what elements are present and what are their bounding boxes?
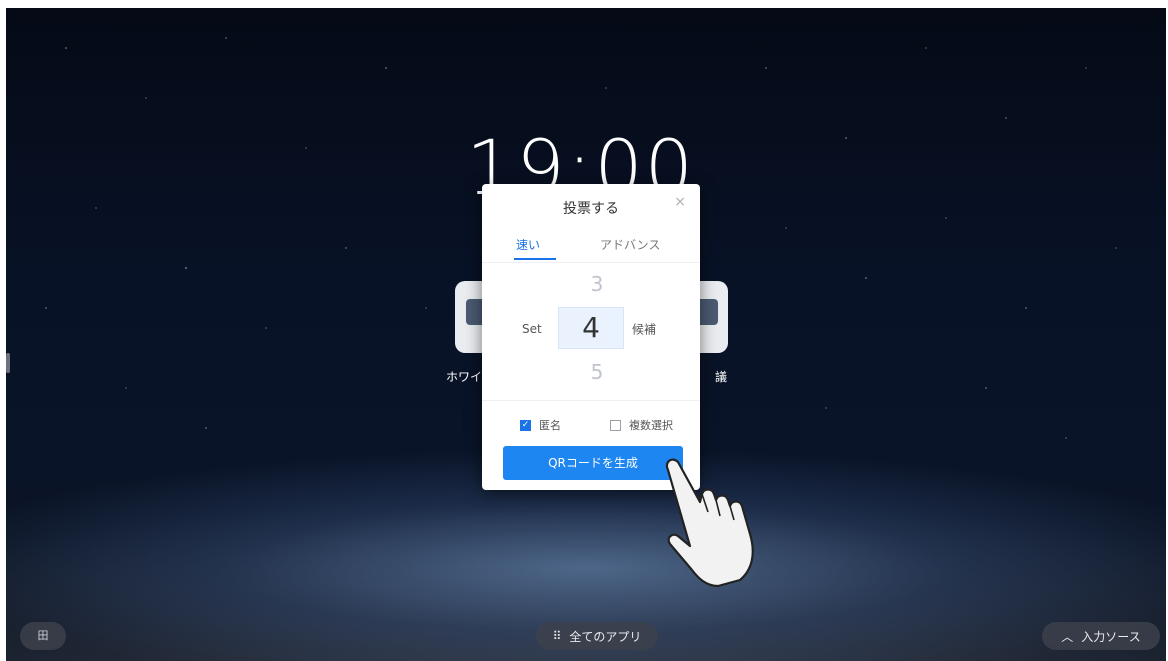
dots-grid-icon: ⠿ (552, 629, 562, 643)
picker-divider (482, 400, 700, 401)
tab-advanced[interactable]: アドバンス (600, 236, 660, 253)
active-tab-indicator (514, 258, 556, 260)
all-apps-button[interactable]: ⠿ 全てのアプリ (536, 622, 658, 650)
picker-prev-value[interactable]: 3 (582, 272, 612, 296)
chevron-up-icon: ︿ (1061, 629, 1074, 644)
checkbox-empty-icon (610, 419, 621, 431)
dialog-title: 投票する (563, 201, 619, 217)
candidate-count-picker[interactable]: 4 (558, 307, 624, 349)
left-edge-handle[interactable] (6, 353, 10, 373)
checkbox-checked-icon: ✓ (520, 419, 531, 431)
grid-button[interactable]: 田 (20, 622, 66, 650)
grid-icon: 田 (37, 629, 49, 642)
vote-dialog: 投票する × 速い アドバンス 3 Set 4 候補 5 ✓ 匿名 複数選択 Q… (482, 184, 700, 490)
picker-next-value[interactable]: 5 (582, 360, 612, 384)
anonymous-label: 匿名 (539, 419, 561, 432)
multi-select-label: 複数選択 (629, 419, 673, 432)
picker-set-label: Set (522, 322, 542, 336)
anonymous-checkbox[interactable]: ✓ 匿名 (520, 417, 561, 433)
close-icon[interactable]: × (674, 194, 686, 210)
desktop-screen: 19:00 ホワイ 議 投票する × 速い アドバンス 3 Set 4 候補 5… (6, 8, 1166, 661)
all-apps-label: 全てのアプリ (569, 629, 642, 644)
input-source-button[interactable]: ︿ 入力ソース (1042, 622, 1160, 650)
pointing-hand-icon (665, 458, 754, 588)
tab-quick[interactable]: 速い (516, 236, 540, 253)
multi-select-checkbox[interactable]: 複数選択 (610, 417, 673, 433)
meeting-app-label: 議 (715, 370, 728, 384)
input-source-label: 入力ソース (1081, 629, 1141, 644)
picker-candidate-label: 候補 (632, 322, 657, 337)
whiteboard-app-label: ホワイ (446, 370, 483, 384)
tab-divider (482, 262, 700, 263)
